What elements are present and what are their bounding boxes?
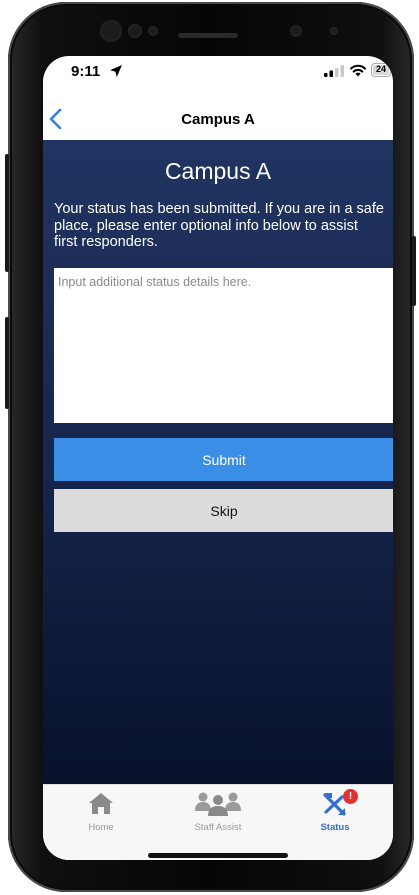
side-button-top bbox=[5, 154, 9, 272]
status-time: 9:11 bbox=[71, 63, 101, 80]
phone-screen: 9:11 24 Campus A Campus A Your status ha… bbox=[43, 56, 393, 860]
wifi-icon bbox=[350, 64, 366, 77]
battery-level: 24 bbox=[375, 64, 386, 74]
tab-home[interactable]: Home bbox=[43, 785, 159, 839]
sensor-dot bbox=[290, 25, 302, 37]
tab-staff-assist[interactable]: Staff Assist bbox=[160, 785, 276, 839]
sensor-dot bbox=[100, 20, 122, 42]
submit-button[interactable]: Submit bbox=[54, 438, 393, 481]
home-indicator[interactable] bbox=[148, 853, 288, 858]
camera-icon bbox=[128, 24, 142, 38]
tab-label-home: Home bbox=[88, 822, 114, 833]
cellular-signal-icon bbox=[324, 65, 344, 77]
sensor-dot bbox=[148, 26, 158, 36]
status-details-panel: Campus A Your status has been submitted.… bbox=[43, 140, 393, 784]
status-badge: ! bbox=[343, 789, 358, 804]
tab-label-status: Status bbox=[320, 822, 350, 833]
tab-label-staff-assist: Staff Assist bbox=[194, 822, 242, 833]
sensor-dot bbox=[330, 27, 338, 35]
phone-frame: 9:11 24 Campus A Campus A Your status ha… bbox=[5, 2, 416, 892]
tab-bar: Home Staff Assist ! Status bbox=[43, 784, 393, 860]
status-details-input[interactable] bbox=[54, 268, 393, 423]
page-title: Campus A bbox=[164, 158, 272, 184]
nav-header: Campus A bbox=[43, 100, 393, 141]
side-button-bottom bbox=[5, 317, 9, 409]
house-icon bbox=[89, 793, 113, 814]
status-bar: 9:11 24 bbox=[43, 56, 393, 100]
location-arrow-icon bbox=[110, 65, 122, 77]
status-message: Your status has been submitted. If you a… bbox=[54, 201, 384, 250]
battery-icon: 24 bbox=[371, 63, 391, 77]
tab-status[interactable]: ! Status bbox=[277, 785, 393, 839]
people-group-icon bbox=[195, 792, 241, 816]
side-button-right bbox=[412, 236, 416, 306]
earpiece-speaker bbox=[178, 33, 238, 38]
nav-title: Campus A bbox=[181, 111, 255, 128]
skip-button[interactable]: Skip bbox=[54, 489, 393, 532]
